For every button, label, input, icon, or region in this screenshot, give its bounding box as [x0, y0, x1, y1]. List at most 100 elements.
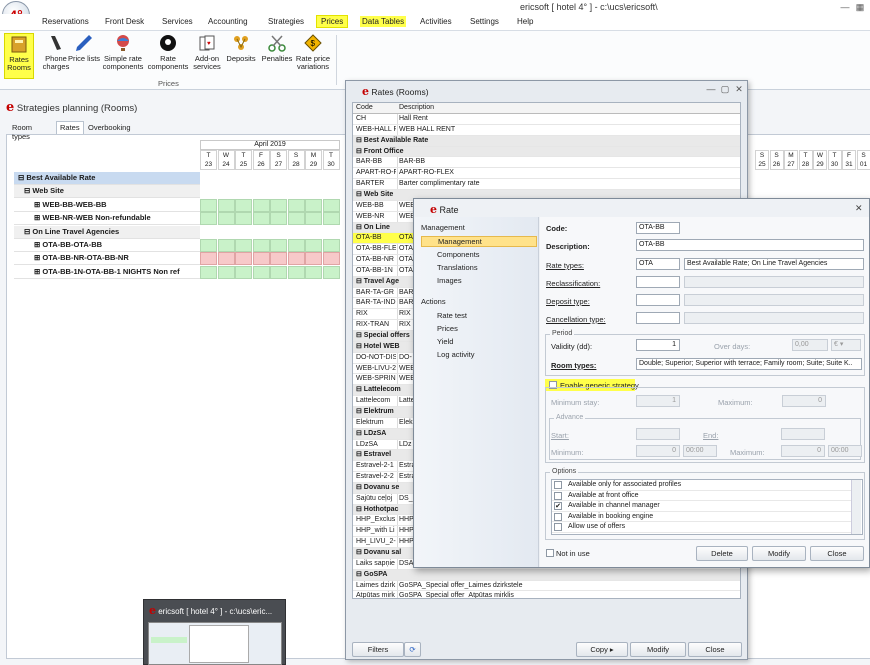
rate-row[interactable]: ⊞ WEB-NR-WEB Non-refundable [14, 212, 200, 226]
not-in-use-checkbox[interactable] [546, 549, 554, 557]
refresh-icon[interactable]: ⟳ [404, 642, 421, 657]
maximize-icon[interactable]: ▦ [853, 2, 867, 12]
rate-list-row[interactable]: APART-RO-F APART-RO-FLEX [353, 168, 740, 180]
rates-modify-button[interactable]: Modify [630, 642, 686, 657]
rate-list-row[interactable]: CH Hall Rent [353, 114, 740, 125]
deposit-type-label[interactable]: Deposit type: [546, 297, 590, 306]
rate-group-row[interactable]: ⊟ Best Available Rate [353, 135, 740, 147]
rate-list-row[interactable]: BAR-BB BAR-BB [353, 157, 740, 169]
availability-cell[interactable] [287, 252, 305, 266]
code-field[interactable]: OTA-BB [636, 222, 680, 234]
rates-close-button[interactable]: Close [688, 642, 742, 657]
rate-group-row[interactable]: ⊟ Best Available Rate [14, 172, 200, 185]
availability-cell[interactable] [200, 252, 217, 266]
rate-row[interactable]: ⊞ OTA-BB-OTA-BB [14, 239, 200, 252]
rate-list-row[interactable]: Atpūtas mirk GoSPA_Special offer_Atpūtas … [353, 591, 740, 598]
availability-cell[interactable] [305, 239, 322, 252]
availability-cell[interactable] [235, 198, 252, 212]
availability-cell[interactable] [305, 252, 322, 266]
reclassification-label[interactable]: Reclassification: [546, 279, 600, 288]
availability-cell[interactable] [270, 239, 287, 252]
code-column-header[interactable]: Code [356, 103, 396, 113]
availability-cell[interactable] [217, 198, 235, 212]
rate-row[interactable]: ⊞ WEB-BB-WEB-BB [14, 199, 200, 212]
rates-close-icon[interactable]: ✕ [732, 84, 746, 94]
availability-cell[interactable] [287, 239, 305, 252]
availability-cell[interactable] [305, 198, 322, 212]
menu-reservations[interactable]: Reservations [42, 17, 89, 26]
rate-dialog-close-icon[interactable]: ✕ [855, 203, 863, 214]
rate-list-row[interactable]: WEB-HALL R WEB HALL RENT [353, 125, 740, 136]
availability-cell[interactable] [200, 239, 217, 252]
menu-prices[interactable]: Prices [316, 15, 349, 28]
menu-strategies[interactable]: Strategies [268, 17, 304, 26]
availability-cell[interactable] [217, 239, 235, 252]
availability-cell[interactable] [322, 239, 340, 252]
options-scrollbar[interactable] [851, 480, 861, 534]
rate-group-row[interactable]: ⊟ Front Office [353, 146, 740, 158]
rate-group-row[interactable]: ⊟ On Line Travel Agencies [14, 225, 200, 239]
availability-cell[interactable] [252, 239, 270, 252]
availability-cell[interactable] [305, 212, 322, 226]
tab-room-types[interactable]: Room types [8, 121, 36, 141]
rate-group-row[interactable]: ⊟ GoSPA [353, 569, 740, 581]
availability-cell[interactable] [200, 198, 217, 212]
availability-cell[interactable] [270, 198, 287, 212]
copy-button[interactable]: Copy ▸ [576, 642, 628, 657]
menu-activities[interactable]: Activities [420, 17, 452, 26]
deposits-button[interactable]: Deposits [223, 33, 259, 79]
filters-button[interactable]: Filters [352, 642, 404, 657]
delete-button[interactable]: Delete [696, 546, 748, 561]
availability-cell[interactable] [235, 252, 252, 266]
options-list[interactable]: Available only for associated profiles Av… [551, 479, 863, 535]
menu-settings[interactable]: Settings [470, 17, 499, 26]
availability-cell[interactable] [252, 212, 270, 226]
availability-cell[interactable] [200, 265, 217, 279]
rate-row[interactable]: ⊞ OTA-BB-NR-OTA-BB-NR [14, 252, 200, 266]
option-checkbox[interactable] [554, 491, 562, 500]
availability-cell[interactable] [322, 252, 340, 266]
nav-components[interactable]: Components [437, 250, 480, 259]
menu-data-tables[interactable]: Data Tables [360, 16, 407, 27]
rate-row[interactable]: ⊞ OTA-BB-1N-OTA-BB-1 NIGHTS Non ref [14, 266, 200, 279]
availability-cell[interactable] [270, 252, 287, 266]
availability-cell[interactable] [287, 198, 305, 212]
rates-maximize-icon[interactable]: ▢ [718, 84, 732, 94]
availability-cell[interactable] [235, 239, 252, 252]
availability-cell[interactable] [200, 212, 217, 226]
availability-cell[interactable] [322, 212, 340, 226]
availability-cell[interactable] [235, 212, 252, 226]
availability-cell[interactable] [235, 265, 252, 279]
rate-list-row[interactable]: BARTER Barter complimentary rate [353, 179, 740, 190]
option-checkbox[interactable] [554, 512, 562, 521]
menu-help[interactable]: Help [517, 17, 533, 26]
nav-yield[interactable]: Yield [437, 337, 453, 346]
nav-log-activity[interactable]: Log activity [437, 350, 475, 359]
availability-cell[interactable] [217, 265, 235, 279]
option-row[interactable]: ✔ Available in channel manager [552, 501, 852, 512]
reclassification-code-field[interactable] [636, 276, 680, 288]
availability-cell[interactable] [252, 252, 270, 266]
modify-button[interactable]: Modify [752, 546, 806, 561]
option-checkbox[interactable] [554, 523, 562, 532]
availability-cell[interactable] [322, 265, 340, 279]
rate-components-button[interactable]: Rate components [146, 33, 190, 79]
availability-cell[interactable] [287, 265, 305, 279]
description-column-header[interactable]: Description [399, 103, 739, 113]
rate-types-label[interactable]: Rate types: [546, 261, 584, 270]
nav-prices[interactable]: Prices [437, 324, 458, 333]
validity-field[interactable]: 1 [636, 339, 680, 351]
availability-cell[interactable] [252, 198, 270, 212]
simple-rate-components-button[interactable]: Simple rate components [100, 33, 146, 79]
availability-cell[interactable] [217, 212, 235, 226]
tab-overbooking[interactable]: Overbooking [84, 121, 135, 134]
minimize-icon[interactable]: — [838, 2, 852, 12]
availability-cell[interactable] [252, 265, 270, 279]
option-checkbox[interactable] [554, 481, 562, 489]
penalties-button[interactable]: Penalties [258, 33, 296, 79]
rate-type-code-field[interactable]: OTA [636, 258, 680, 270]
availability-cell[interactable] [270, 212, 287, 226]
room-types-label[interactable]: Room types: [551, 361, 596, 370]
close-button[interactable]: Close [810, 546, 864, 561]
cancellation-type-label[interactable]: Cancellation type: [546, 315, 606, 324]
